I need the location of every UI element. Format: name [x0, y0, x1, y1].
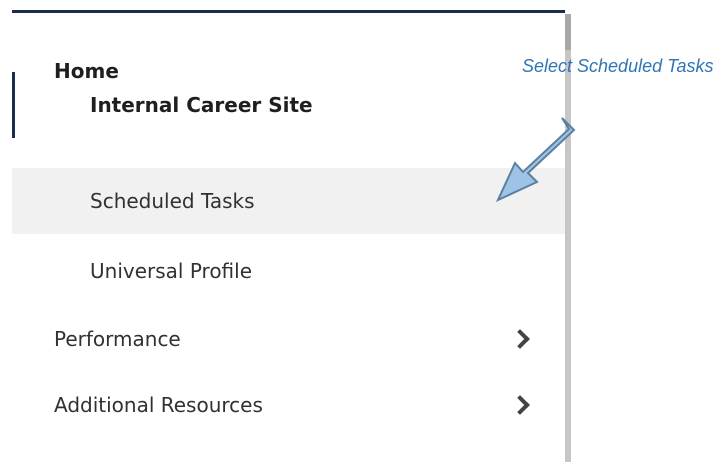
chevron-right-icon[interactable]	[510, 395, 530, 415]
scrollbar-thumb[interactable]	[565, 14, 571, 50]
nav-item-performance[interactable]: Performance	[12, 306, 565, 372]
nav-item-internal-career-site-label: Internal Career Site	[90, 93, 313, 117]
nav-item-universal-profile[interactable]: Universal Profile	[12, 238, 565, 304]
nav-item-additional-resources-label: Additional Resources	[54, 393, 263, 417]
nav-item-performance-label: Performance	[54, 327, 181, 351]
nav-item-additional-resources[interactable]: Additional Resources	[12, 372, 565, 438]
arrow-callout-icon	[495, 117, 576, 203]
top-divider	[12, 10, 565, 13]
active-indicator	[12, 72, 15, 138]
nav-item-scheduled-tasks[interactable]: Scheduled Tasks	[12, 168, 565, 234]
nav-item-universal-profile-label: Universal Profile	[90, 259, 253, 283]
nav-item-scheduled-tasks-label: Scheduled Tasks	[90, 189, 255, 213]
chevron-right-icon[interactable]	[510, 329, 530, 349]
nav-item-internal-career-site[interactable]: Internal Career Site	[12, 72, 565, 138]
callout-text: Select Scheduled Tasks	[522, 56, 714, 76]
